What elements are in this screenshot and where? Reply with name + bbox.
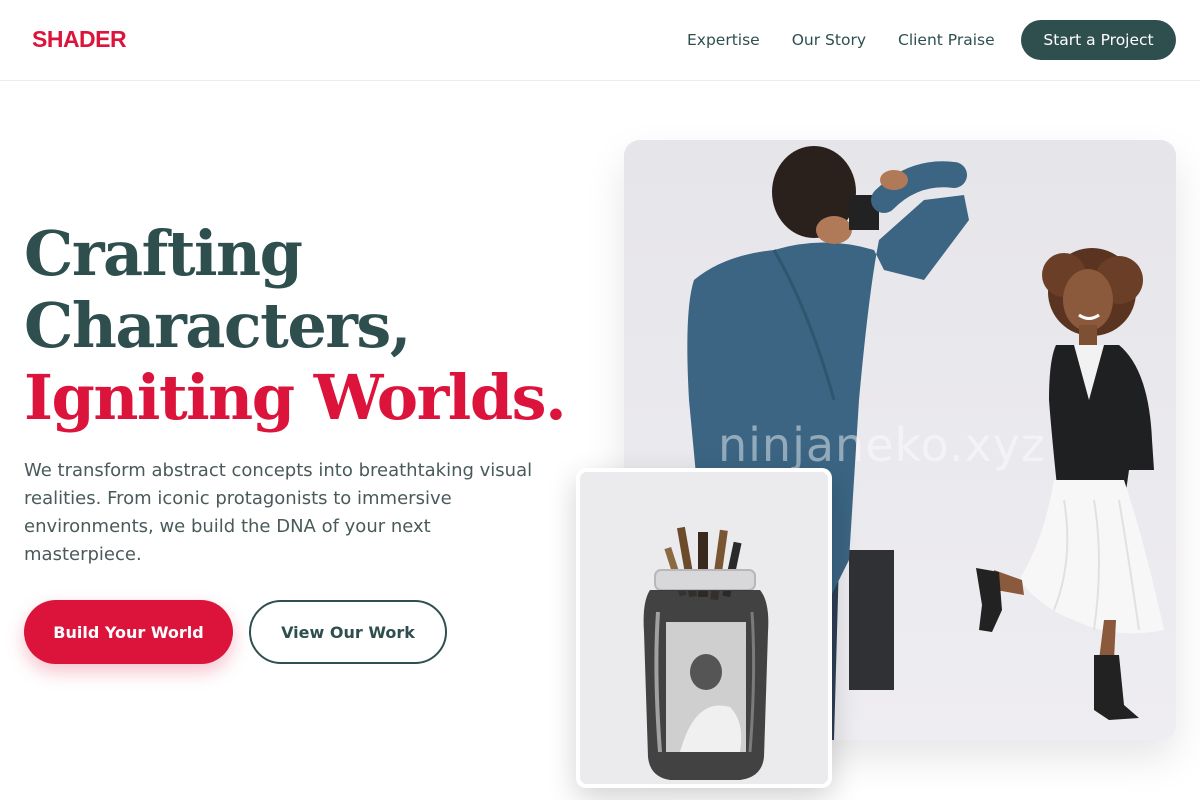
start-project-button[interactable]: Start a Project: [1021, 20, 1176, 60]
inset-photo-brush-jar: [576, 468, 832, 788]
view-our-work-button[interactable]: View Our Work: [249, 600, 447, 664]
main-nav: Expertise Our Story Client Praise: [687, 31, 995, 49]
hero-headline: Crafting Characters, Igniting Worlds.: [24, 218, 604, 434]
nav-link-expertise[interactable]: Expertise: [687, 31, 760, 49]
site-header: SHADER Expertise Our Story Client Praise…: [0, 0, 1200, 81]
headline-line-2: Characters,: [24, 289, 411, 362]
build-your-world-button[interactable]: Build Your World: [24, 600, 233, 664]
nav-link-client-praise[interactable]: Client Praise: [898, 31, 995, 49]
hero-subtext: We transform abstract concepts into brea…: [24, 460, 533, 565]
brush-jar-illustration: [580, 472, 828, 784]
nav-link-our-story[interactable]: Our Story: [792, 31, 866, 49]
logo[interactable]: SHADER: [32, 26, 127, 53]
inset-photo-frame: [580, 472, 828, 784]
headline-line-1: Crafting: [24, 217, 303, 290]
headline-accent: Igniting Worlds.: [24, 361, 567, 434]
